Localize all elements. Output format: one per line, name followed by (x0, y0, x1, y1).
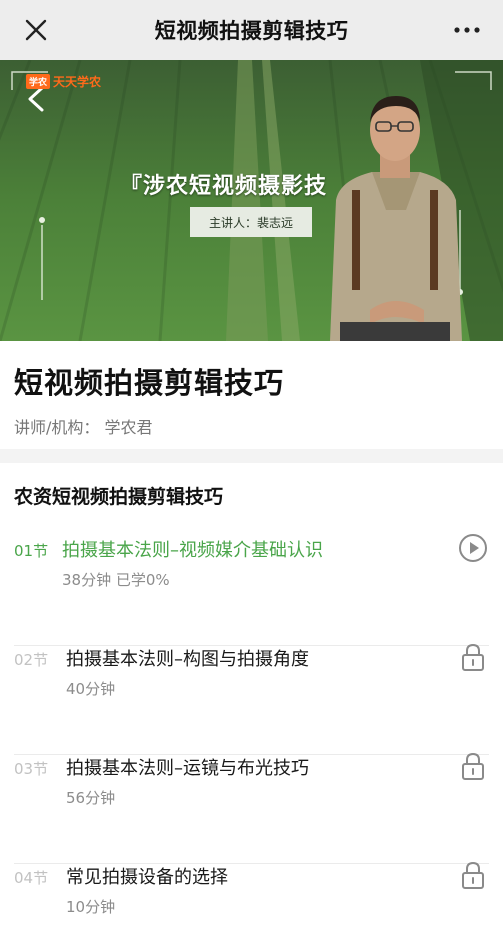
lesson-number: 03节 (14, 760, 49, 778)
lesson-number: 04节 (14, 869, 49, 887)
lesson-meta: 38分钟 已学0% (62, 571, 170, 589)
brand-logo: 学农 天天学农 (26, 72, 101, 90)
lock-icon (462, 643, 484, 671)
brand-logo-mini: 学农 (26, 73, 51, 89)
lesson-item-01[interactable]: 01节 拍摄基本法则–视频媒介基础认识 38分钟 已学0% (0, 534, 503, 646)
section-divider (0, 449, 503, 463)
lesson-number: 01节 (14, 542, 49, 560)
lesson-meta: 56分钟 (66, 789, 116, 807)
page-title: 短视频拍摄剪辑技巧 (154, 19, 349, 43)
video-banner-text: 『涉农短视频摄影技 (120, 174, 328, 199)
lesson-item-03[interactable]: 03节 拍摄基本法则–运镜与布光技巧 56分钟 (0, 752, 503, 864)
course-title: 短视频拍摄剪辑技巧 (14, 366, 285, 400)
brand-logo-name: 天天学农 (53, 74, 102, 89)
video-player[interactable]: 学农 天天学农 『涉农短视频摄影技 主讲人：裴志远 (0, 60, 503, 341)
close-icon[interactable] (22, 16, 50, 44)
lesson-meta: 40分钟 (66, 680, 116, 698)
lesson-item-02[interactable]: 02节 拍摄基本法则–构图与拍摄角度 40分钟 (0, 643, 503, 755)
lesson-name: 常见拍摄设备的选择 (66, 867, 228, 888)
lock-icon (462, 861, 484, 889)
lesson-number: 02节 (14, 651, 49, 669)
more-dots-icon[interactable] (453, 20, 481, 40)
chapter-title: 农资短视频拍摄剪辑技巧 (14, 486, 224, 508)
video-frame-scene (0, 60, 503, 341)
lesson-meta: 10分钟 (66, 898, 116, 916)
lock-icon (462, 752, 484, 780)
lesson-name: 拍摄基本法则–构图与拍摄角度 (66, 649, 309, 670)
play-circle-icon[interactable] (457, 532, 489, 564)
nav-bar: 短视频拍摄剪辑技巧 (0, 0, 503, 60)
lesson-name: 拍摄基本法则–视频媒介基础认识 (62, 540, 323, 561)
lesson-name: 拍摄基本法则–运镜与布光技巧 (66, 758, 309, 779)
course-teacher: 讲师/机构： 学农君 (14, 418, 153, 437)
lecturer-caption: 主讲人：裴志远 (190, 207, 312, 237)
lesson-item-04[interactable]: 04节 常见拍摄设备的选择 10分钟 (0, 861, 503, 925)
